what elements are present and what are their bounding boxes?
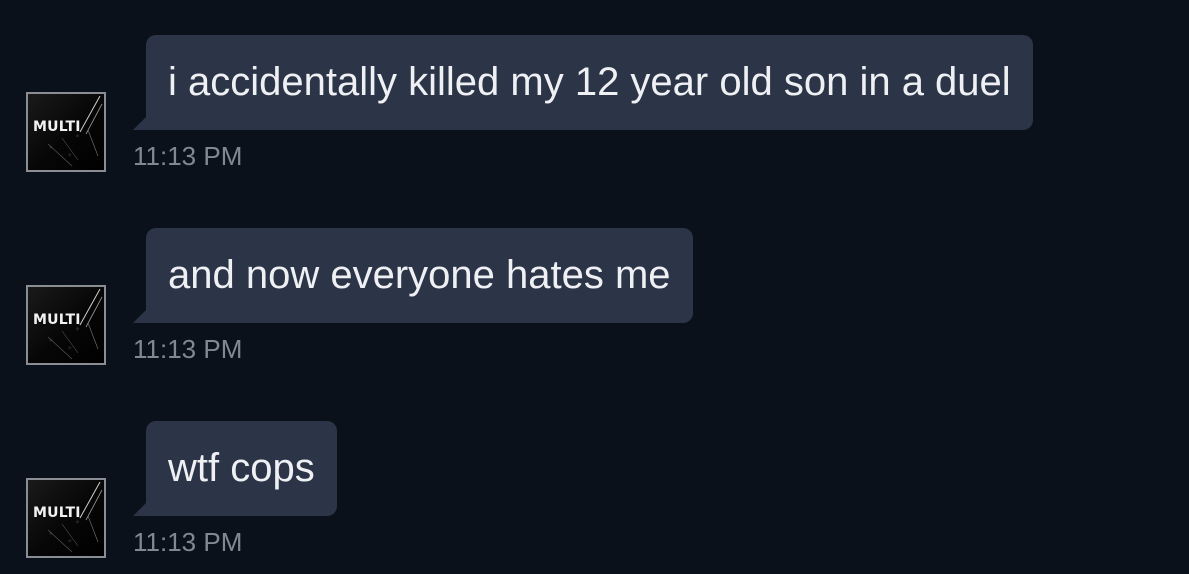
avatar-label: MULTI <box>33 505 81 521</box>
message-item: MULTI and now everyone hates me 11:13 PM <box>0 228 1189 378</box>
message-timestamp: 11:13 PM <box>133 334 243 364</box>
message-item: MULTI i accidentally killed my 12 year o… <box>0 35 1189 185</box>
message-timestamp: 11:13 PM <box>133 141 243 171</box>
bubble-tail <box>133 309 147 323</box>
sender-avatar[interactable]: MULTI <box>26 92 106 172</box>
message-bubble[interactable]: and now everyone hates me <box>146 228 693 323</box>
avatar-label: MULTI <box>33 119 81 135</box>
message-bubble[interactable]: i accidentally killed my 12 year old son… <box>146 35 1033 130</box>
sender-avatar[interactable]: MULTI <box>26 478 106 558</box>
message-bubble[interactable]: wtf cops <box>146 421 337 516</box>
sender-avatar[interactable]: MULTI <box>26 285 106 365</box>
message-timestamp: 11:13 PM <box>133 527 243 557</box>
avatar-label: MULTI <box>33 312 81 328</box>
bubble-tail <box>133 116 147 130</box>
bubble-tail <box>133 502 147 516</box>
message-item: MULTI wtf cops 11:13 PM <box>0 421 1189 571</box>
